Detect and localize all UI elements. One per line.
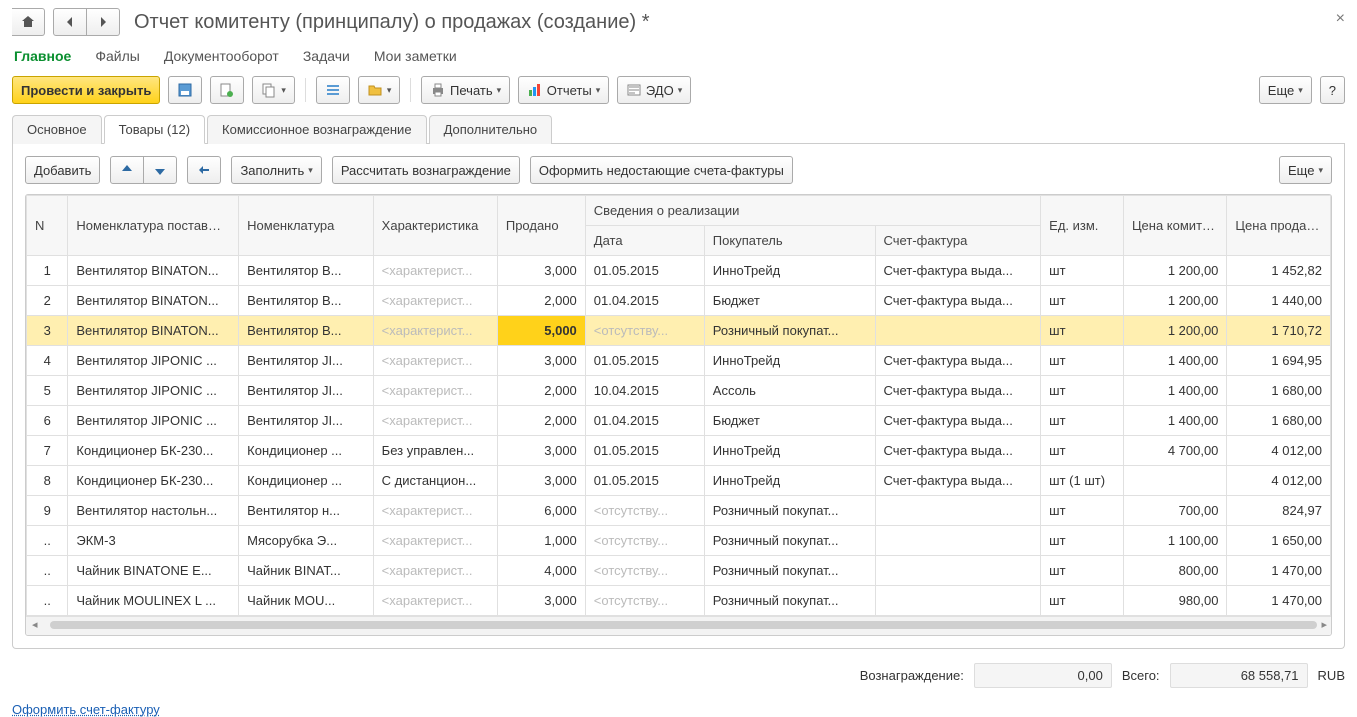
- forward-button[interactable]: [87, 8, 120, 36]
- home-button[interactable]: [12, 8, 45, 36]
- tab-0[interactable]: Основное: [12, 115, 102, 144]
- edo-icon: [626, 82, 642, 98]
- edo-button[interactable]: ЭДО▾: [617, 76, 691, 104]
- table-row[interactable]: ..Чайник BINATONE E...Чайник BINAT...<ха…: [27, 556, 1331, 586]
- arrow-up-icon: [119, 162, 135, 178]
- home-icon: [20, 14, 36, 30]
- close-button[interactable]: ×: [1336, 10, 1345, 28]
- col-buyer[interactable]: Покупатель: [704, 226, 875, 256]
- table-row[interactable]: 2Вентилятор BINATON...Вентилятор B...<ха…: [27, 286, 1331, 316]
- reports-button[interactable]: Отчеты▾: [518, 76, 609, 104]
- table-row[interactable]: 3Вентилятор BINATON...Вентилятор B...<ха…: [27, 316, 1331, 346]
- menu-item-2[interactable]: Документооборот: [164, 48, 279, 64]
- save-icon: [177, 82, 193, 98]
- table-row[interactable]: 4Вентилятор JIPONIC ...Вентилятор JI...<…: [27, 346, 1331, 376]
- fill-button[interactable]: Заполнить▾: [231, 156, 321, 184]
- col-invoice[interactable]: Счет-фактура: [875, 226, 1041, 256]
- arrow-right-icon: [95, 14, 111, 30]
- col-n[interactable]: N: [27, 196, 68, 256]
- table-row[interactable]: 5Вентилятор JIPONIC ...Вентилятор JI...<…: [27, 376, 1331, 406]
- menu-item-4[interactable]: Мои заметки: [374, 48, 457, 64]
- col-price-com[interactable]: Цена комитента: [1123, 196, 1226, 256]
- table-row[interactable]: 8Кондиционер БК-230...Кондиционер ...С д…: [27, 466, 1331, 496]
- table-row[interactable]: 6Вентилятор JIPONIC ...Вентилятор JI...<…: [27, 406, 1331, 436]
- reward-label: Вознаграждение:: [860, 668, 964, 683]
- more-button[interactable]: Еще▾: [1259, 76, 1312, 104]
- post-button[interactable]: [210, 76, 244, 104]
- total-value: 68 558,71: [1170, 663, 1308, 688]
- tab-1[interactable]: Товары (12): [104, 115, 205, 144]
- col-price-sale[interactable]: Цена продажи: [1227, 196, 1331, 256]
- list-icon: [325, 82, 341, 98]
- goods-table[interactable]: N Номенклатура поставщика Номенклатура Х…: [26, 195, 1331, 616]
- folder-icon: [367, 82, 383, 98]
- back-button[interactable]: [53, 8, 87, 36]
- col-date[interactable]: Дата: [585, 226, 704, 256]
- table-row[interactable]: 9Вентилятор настольн...Вентилятор н...<х…: [27, 496, 1331, 526]
- distribute-icon: [196, 162, 212, 178]
- post-icon: [219, 82, 235, 98]
- table-row[interactable]: ..ЭКМ-3Мясорубка Э...<характерист...1,00…: [27, 526, 1331, 556]
- col-sales-info[interactable]: Сведения о реализации: [585, 196, 1040, 226]
- page-title: Отчет комитенту (принципалу) о продажах …: [134, 11, 650, 34]
- chart-icon: [527, 82, 543, 98]
- move-up-button[interactable]: [110, 156, 144, 184]
- print-button[interactable]: Печать▾: [421, 76, 510, 104]
- tab-3[interactable]: Дополнительно: [429, 115, 553, 144]
- create-invoices-button[interactable]: Оформить недостающие счета-фактуры: [530, 156, 793, 184]
- save-button[interactable]: [168, 76, 202, 104]
- help-button[interactable]: ?: [1320, 76, 1345, 104]
- create-invoice-link[interactable]: Оформить счет-фактуру: [12, 702, 160, 717]
- col-supplier-nom[interactable]: Номенклатура поставщика: [68, 196, 239, 256]
- run-close-button[interactable]: Провести и закрыть: [12, 76, 160, 104]
- move-down-button[interactable]: [144, 156, 177, 184]
- copy-icon: [261, 82, 277, 98]
- reward-value: 0,00: [974, 663, 1112, 688]
- menu-item-1[interactable]: Файлы: [95, 48, 139, 64]
- horizontal-scrollbar[interactable]: ▸: [26, 616, 1331, 635]
- attach-button[interactable]: ▾: [358, 76, 401, 104]
- add-row-button[interactable]: Добавить: [25, 156, 100, 184]
- col-unit[interactable]: Ед. изм.: [1041, 196, 1124, 256]
- col-sold[interactable]: Продано: [497, 196, 585, 256]
- calc-reward-button[interactable]: Рассчитать вознаграждение: [332, 156, 520, 184]
- arrow-left-icon: [62, 14, 78, 30]
- menu-item-0[interactable]: Главное: [14, 48, 71, 64]
- col-nom[interactable]: Номенклатура: [239, 196, 374, 256]
- tab-2[interactable]: Комиссионное вознаграждение: [207, 115, 427, 144]
- currency: RUB: [1318, 668, 1345, 683]
- printer-icon: [430, 82, 446, 98]
- table-row[interactable]: 7Кондиционер БК-230...Кондиционер ...Без…: [27, 436, 1331, 466]
- distribute-button[interactable]: [187, 156, 221, 184]
- total-label: Всего:: [1122, 668, 1160, 683]
- col-char[interactable]: Характеристика: [373, 196, 497, 256]
- table-row[interactable]: ..Чайник MOULINEX L ...Чайник MOU...<хар…: [27, 586, 1331, 616]
- basis-button[interactable]: ▾: [252, 76, 295, 104]
- panel-more-button[interactable]: Еще▾: [1279, 156, 1332, 184]
- menu-item-3[interactable]: Задачи: [303, 48, 350, 64]
- structure-button[interactable]: [316, 76, 350, 104]
- arrow-down-icon: [152, 162, 168, 178]
- table-row[interactable]: 1Вентилятор BINATON...Вентилятор B...<ха…: [27, 256, 1331, 286]
